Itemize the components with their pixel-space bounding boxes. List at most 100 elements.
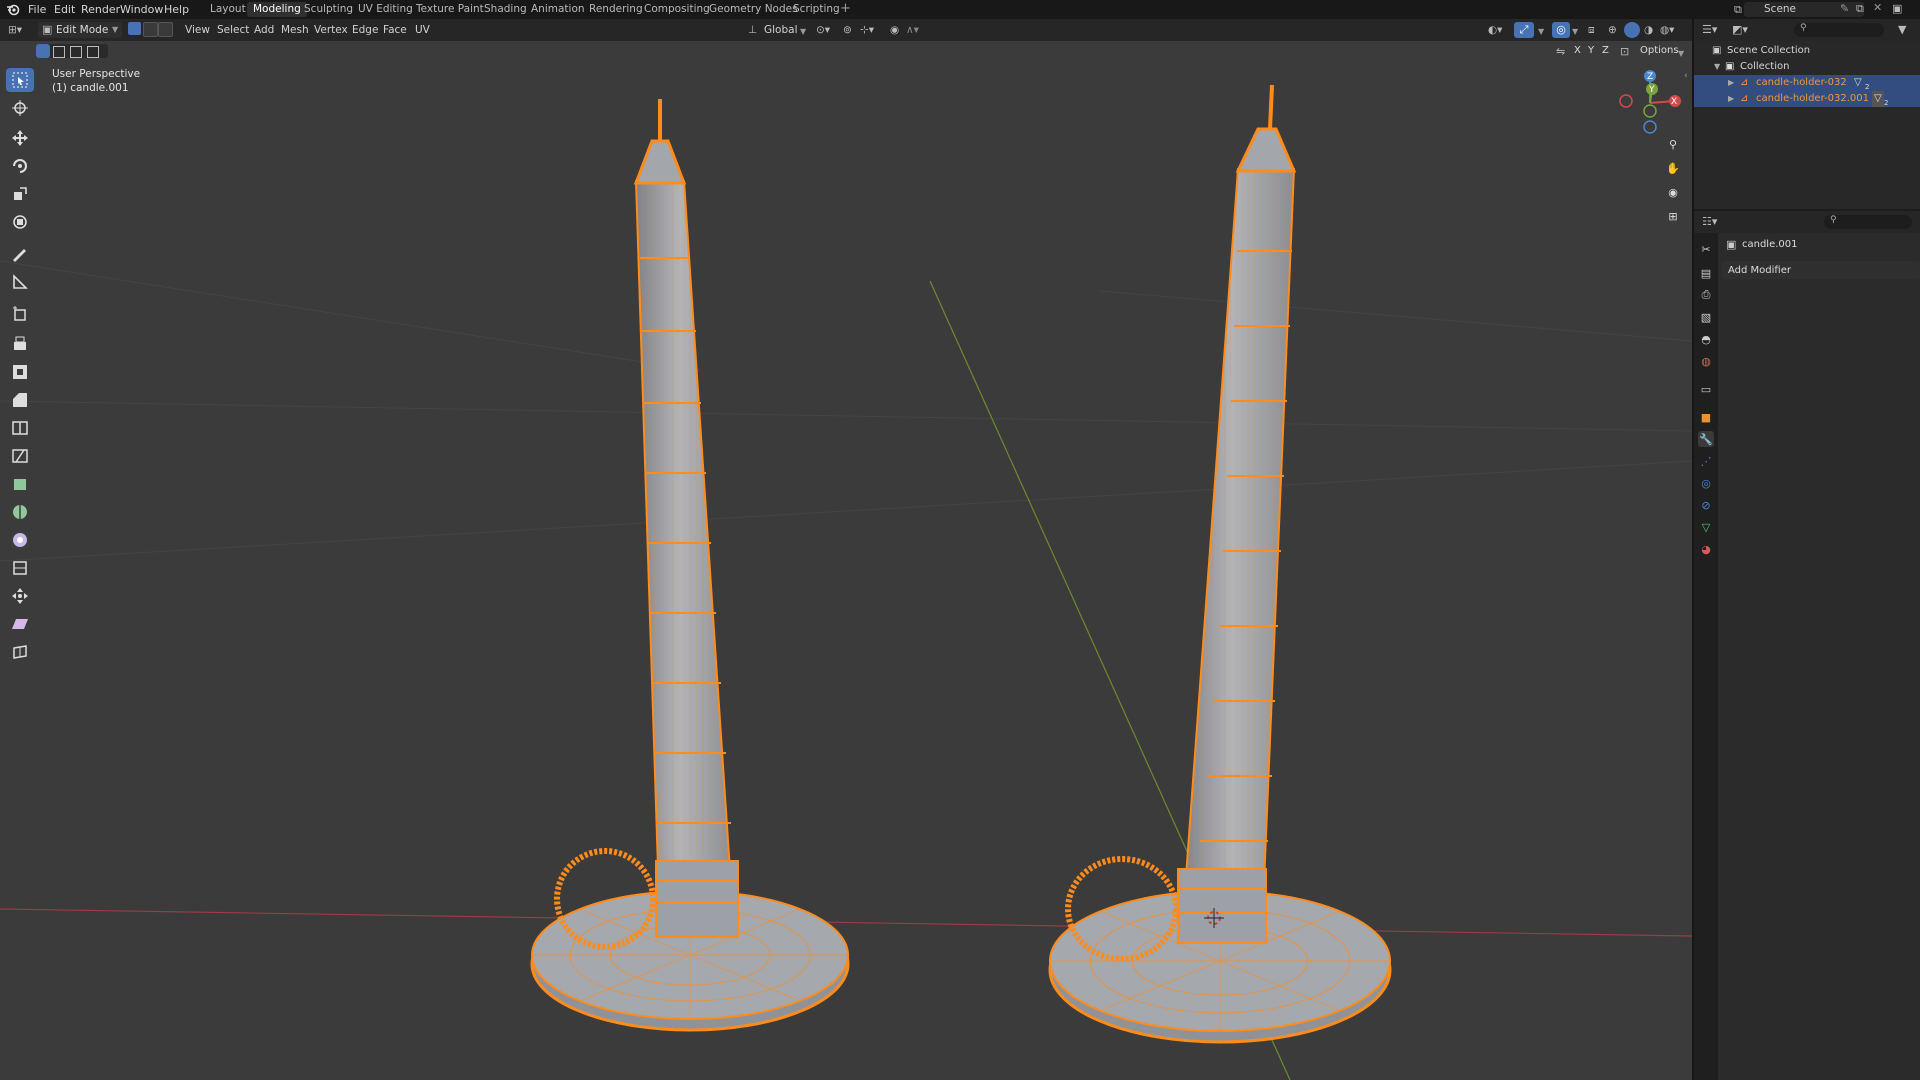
edge-select-mode-button[interactable] xyxy=(143,22,158,37)
bevel-tool-icon[interactable] xyxy=(6,388,34,412)
edge-slide-tool-icon[interactable] xyxy=(6,556,34,580)
menu-file[interactable]: File xyxy=(28,2,46,17)
perspective-toggle-icon[interactable]: ⊞ xyxy=(1662,205,1684,227)
shrink-fatten-tool-icon[interactable] xyxy=(6,584,34,608)
display-mode-icon[interactable]: ◩▾ xyxy=(1732,23,1748,36)
tab-sculpting[interactable]: Sculpting xyxy=(298,2,359,17)
measure-tool-icon[interactable] xyxy=(6,270,34,294)
filter-icon[interactable]: ▼ xyxy=(1898,23,1906,36)
tab-uv-editing[interactable]: UV Editing xyxy=(352,2,419,17)
overlays-icon[interactable]: ◎ xyxy=(1552,22,1570,38)
menu-help[interactable]: Help xyxy=(164,2,189,17)
wireframe-shading-icon[interactable]: ⊕ xyxy=(1608,22,1617,38)
outliner-item-candle-holder-032-001[interactable]: ▶ ⊿ candle-holder-032.001 ▽ 2 xyxy=(1694,91,1920,107)
menu-face[interactable]: Face xyxy=(383,22,407,38)
menu-view[interactable]: View xyxy=(185,22,210,38)
extrude-tool-icon[interactable] xyxy=(6,332,34,356)
delete-scene-icon[interactable]: ✕ xyxy=(1873,1,1882,14)
menu-select[interactable]: Select xyxy=(217,22,249,38)
pivot-point-icon[interactable]: ⊙▾ xyxy=(816,22,830,38)
face-select-mode-button[interactable] xyxy=(158,22,173,37)
poly-build-tool-icon[interactable] xyxy=(6,472,34,496)
add-cube-tool-icon[interactable] xyxy=(6,302,34,326)
material-tab-icon[interactable]: ◕ xyxy=(1698,541,1714,557)
tab-scripting[interactable]: Scripting xyxy=(787,2,846,17)
select-extend-icon[interactable] xyxy=(53,46,65,58)
blender-logo-icon[interactable] xyxy=(6,2,20,16)
world-tab-icon[interactable]: ◍ xyxy=(1698,353,1714,369)
editor-type-icon[interactable]: ⊞▾ xyxy=(8,22,22,38)
outliner-collection[interactable]: ▼ ▣ Collection xyxy=(1694,59,1920,75)
tab-animation[interactable]: Animation xyxy=(525,2,591,17)
3d-viewport[interactable]: User Perspective (1) candle.001 X Z Y ⚲ … xyxy=(0,41,1692,1080)
menu-edit[interactable]: Edit xyxy=(54,2,75,17)
expand-arrow-icon[interactable]: ▼ xyxy=(1714,59,1720,75)
view-layer-icon[interactable]: ▣ xyxy=(1892,2,1902,15)
modifier-tab-icon[interactable]: 🔧 xyxy=(1698,431,1714,447)
viewport-scene[interactable] xyxy=(0,41,1692,1080)
add-workspace-button[interactable]: + xyxy=(840,1,851,16)
expand-arrow-icon[interactable]: ▶ xyxy=(1728,91,1734,107)
options-dropdown[interactable]: Options xyxy=(1640,45,1679,56)
orientation-dropdown[interactable]: Global xyxy=(764,22,798,38)
pan-hand-icon[interactable]: ✋ xyxy=(1662,157,1684,179)
vertex-select-mode-button[interactable] xyxy=(128,22,141,35)
menu-add[interactable]: Add xyxy=(254,22,274,38)
rotate-tool-icon[interactable] xyxy=(6,154,34,178)
proportional-edit-icon[interactable]: ◉ xyxy=(890,22,899,38)
properties-editor-type-icon[interactable]: ☷▾ xyxy=(1702,215,1717,228)
gizmo-toggle-icon[interactable]: ⤢ xyxy=(1514,22,1534,38)
render-tab-icon[interactable]: ▤ xyxy=(1698,265,1714,281)
menu-window[interactable]: Window xyxy=(120,2,163,17)
object-tab-icon[interactable]: ■ xyxy=(1698,409,1714,425)
knife-tool-icon[interactable] xyxy=(6,444,34,468)
tab-layout[interactable]: Layout xyxy=(204,2,252,17)
solid-shading-icon[interactable] xyxy=(1624,22,1640,38)
mirror-z-toggle[interactable]: Z xyxy=(1602,45,1609,56)
select-invert-icon[interactable] xyxy=(87,46,99,58)
menu-mesh[interactable]: Mesh xyxy=(281,22,309,38)
output-tab-icon[interactable]: ⎙ xyxy=(1698,287,1714,303)
mesh-data-icon[interactable]: ▽ xyxy=(1854,75,1862,91)
loop-cut-tool-icon[interactable] xyxy=(6,416,34,440)
mirror-y-toggle[interactable]: Y xyxy=(1588,45,1594,56)
mesh-data-icon[interactable]: ▽ xyxy=(1872,91,1884,107)
collection-tab-icon[interactable]: ▭ xyxy=(1698,381,1714,397)
scene-icon[interactable]: ⧉ xyxy=(1734,3,1742,17)
auto-merge-icon[interactable]: ⊡ xyxy=(1620,45,1629,58)
menu-render[interactable]: Render xyxy=(81,2,120,17)
transform-tool-icon[interactable] xyxy=(6,210,34,234)
mirror-icon[interactable]: ⇋ xyxy=(1556,45,1565,58)
tool-tab-icon[interactable]: ✂ xyxy=(1698,241,1714,257)
move-tool-icon[interactable] xyxy=(6,126,34,150)
new-scene-icon[interactable]: ⧉ xyxy=(1856,2,1864,16)
rendered-shading-icon[interactable]: ◍▾ xyxy=(1660,22,1674,38)
menu-uv[interactable]: UV xyxy=(415,22,430,38)
physics-tab-icon[interactable]: ◎ xyxy=(1698,475,1714,491)
pin-icon[interactable]: ✎ xyxy=(1840,2,1849,15)
candle-holder-left[interactable] xyxy=(530,99,850,1032)
xray-icon[interactable]: ⧈ xyxy=(1588,22,1595,38)
camera-view-icon[interactable]: ◉ xyxy=(1662,181,1684,203)
constraints-tab-icon[interactable]: ⊘ xyxy=(1698,497,1714,513)
visibility-icon[interactable]: ◐▾ xyxy=(1488,22,1502,38)
particles-tab-icon[interactable]: ⋰ xyxy=(1698,453,1714,469)
menu-vertex[interactable]: Vertex xyxy=(314,22,348,38)
sidebar-toggle-icon[interactable]: ‹ xyxy=(1684,71,1688,81)
expand-arrow-icon[interactable]: ▶ xyxy=(1728,75,1734,91)
outliner-item-candle-holder-032[interactable]: ▶ ⊿ candle-holder-032 ▽ 2 xyxy=(1694,75,1920,91)
scale-tool-icon[interactable] xyxy=(6,182,34,206)
mesh-data-tab-icon[interactable]: ▽ xyxy=(1698,519,1714,535)
zoom-icon[interactable]: ⚲ xyxy=(1662,133,1684,155)
inset-tool-icon[interactable] xyxy=(6,360,34,384)
mirror-x-toggle[interactable]: X xyxy=(1574,45,1581,56)
mode-dropdown[interactable]: ▣ Edit Mode ▼ xyxy=(38,22,122,38)
falloff-icon[interactable]: ∧▾ xyxy=(906,22,919,38)
snap-target-icon[interactable]: ⊹▾ xyxy=(860,22,874,38)
material-shading-icon[interactable]: ◑ xyxy=(1644,22,1653,38)
menu-edge[interactable]: Edge xyxy=(352,22,378,38)
select-box-tool[interactable] xyxy=(6,68,34,92)
spin-tool-icon[interactable] xyxy=(6,500,34,524)
outliner-search-input[interactable]: ⚲ xyxy=(1794,23,1884,37)
outliner-editor-type-icon[interactable]: ☰▾ xyxy=(1702,23,1717,36)
